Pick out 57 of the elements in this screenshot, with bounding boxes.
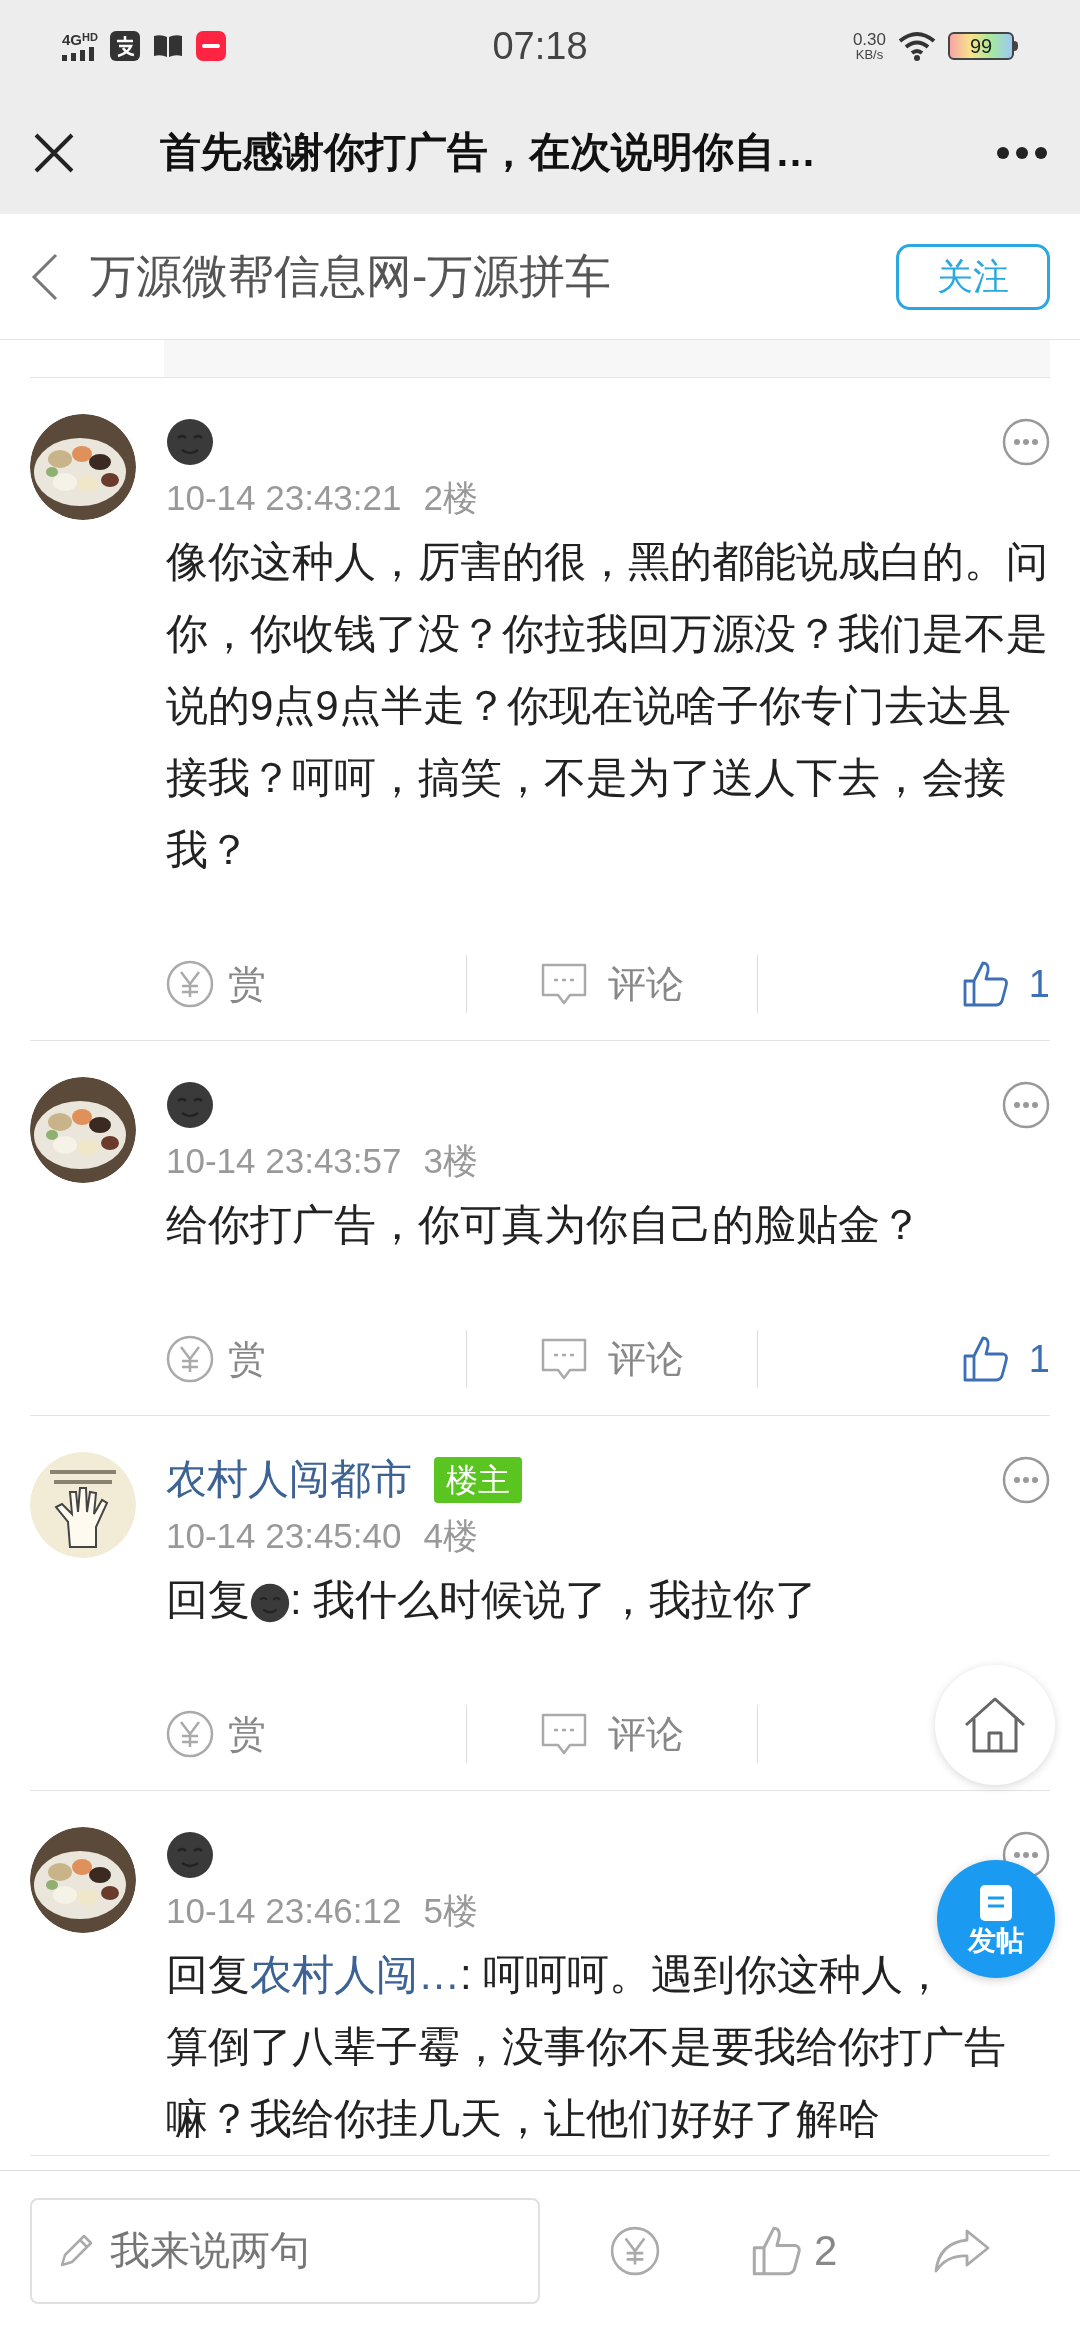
like-button[interactable]: 1	[960, 955, 1050, 1013]
comment-time: 10-14 23:43:57	[166, 1139, 402, 1182]
share-icon[interactable]	[933, 2227, 992, 2274]
moon-face-icon	[166, 1831, 214, 1879]
like-button[interactable]: 2	[750, 2219, 838, 2282]
floor-number: 5楼	[423, 1889, 478, 1932]
wifi-icon	[898, 31, 936, 61]
like-button[interactable]: 1	[960, 1330, 1050, 1388]
signal-icon	[62, 46, 96, 61]
author-name[interactable]: 农村人闯都市	[166, 1449, 412, 1511]
comment-input[interactable]: 我来说两句	[30, 2197, 540, 2304]
reward-button[interactable]: 赏	[166, 1330, 266, 1388]
close-icon[interactable]	[32, 131, 76, 175]
clock: 07:18	[491, 23, 589, 69]
reply-link[interactable]: 农村人闯…	[250, 1951, 460, 1998]
moon-face-icon	[166, 418, 214, 466]
comment-time: 10-14 23:45:40	[166, 1514, 402, 1557]
follow-button[interactable]: 关注	[896, 243, 1050, 310]
speed-unit: KB/s	[855, 48, 884, 61]
yen-icon[interactable]	[166, 960, 214, 1008]
app-icon	[195, 31, 226, 61]
comment-button[interactable]: 评论	[540, 955, 684, 1013]
post-button[interactable]: 发帖	[937, 1860, 1055, 1978]
window-title: 首先感谢你打广告，在次说明你自…	[160, 128, 817, 178]
comment-icon[interactable]	[540, 961, 588, 1007]
comment-button[interactable]: 评论	[540, 1330, 684, 1388]
book-icon	[151, 33, 184, 59]
back-icon[interactable]	[30, 251, 60, 302]
reward-button[interactable]: 赏	[166, 1705, 266, 1763]
comment-icon[interactable]	[540, 1336, 588, 1382]
reward-button[interactable]: 赏	[166, 955, 266, 1013]
speed-value: 0.30	[852, 31, 886, 48]
comment-text: 回复 : 我什么时候说了，我拉你了	[166, 1575, 819, 1625]
owner-badge: 楼主	[434, 1457, 522, 1503]
comment-button[interactable]: 评论	[540, 1705, 684, 1763]
comment-icon[interactable]	[540, 1711, 588, 1757]
comment-text: 算倒了八辈子霉，没事你不是要我给你打广告嘛？我给你挂几天，让他们好好了解哈	[166, 2022, 1007, 2144]
yen-icon[interactable]	[166, 1710, 214, 1758]
network-label: 4G	[62, 31, 82, 47]
floor-number: 2楼	[423, 476, 478, 519]
pay-app-icon	[109, 31, 140, 61]
battery-indicator: 99	[948, 32, 1018, 60]
more-icon[interactable]	[996, 146, 1048, 160]
comment-text: 给你打广告，你可真为你自己的脸贴金？	[166, 1200, 923, 1250]
yen-icon[interactable]	[610, 2225, 660, 2276]
hd-label: HD	[82, 31, 98, 43]
document-icon	[978, 1883, 1014, 1923]
page-title: 万源微帮信息网-万源拼车	[90, 249, 613, 304]
floor-number: 3楼	[423, 1139, 478, 1182]
comment-text: 像你这种人，厉害的很，黑的都能说成白的。问你，你收钱了没？你拉我回万源没？我们是不是说的9点9点半走？你现在说啥子你专门去达县接我？呵呵，搞笑，不是为了送人下去，会接我？	[166, 537, 1049, 875]
comment-time: 10-14 23:46:12	[166, 1889, 402, 1932]
floor-number: 4楼	[423, 1514, 478, 1557]
moon-face-icon	[166, 1081, 214, 1129]
comment-time: 10-14 23:43:21	[166, 476, 402, 519]
moon-face-icon	[250, 1582, 290, 1623]
home-icon	[962, 1695, 1028, 1755]
yen-icon[interactable]	[166, 1335, 214, 1383]
